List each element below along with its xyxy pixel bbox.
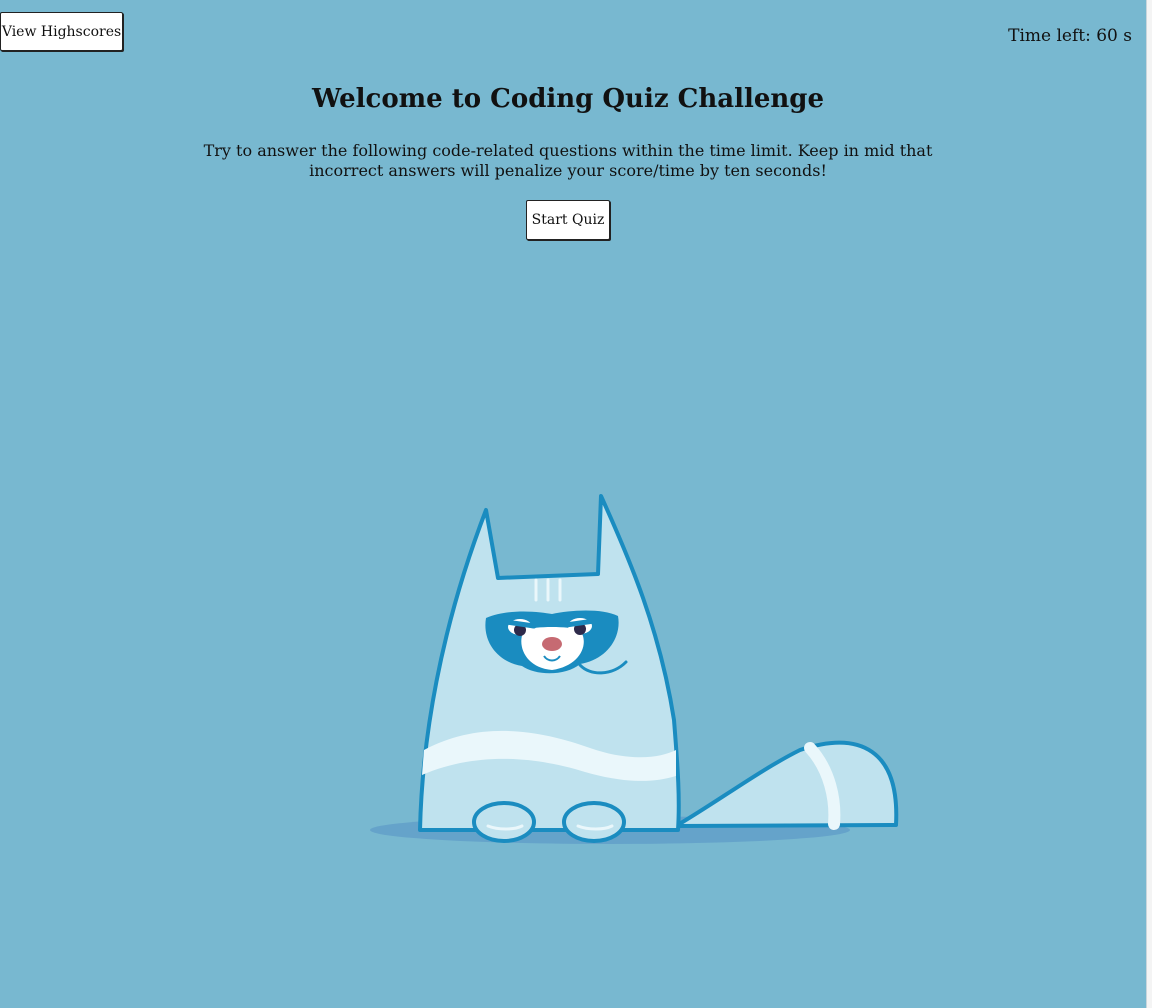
grumpy-cat-illustration: [370, 494, 899, 844]
window-edge: [1147, 0, 1152, 1008]
quiz-page: View Highscores Time left: 60 s Welcome …: [0, 0, 1147, 1008]
left-paw: [472, 801, 536, 843]
time-left-display: Time left: 60 s: [1008, 26, 1132, 46]
cat-nose: [542, 637, 562, 651]
view-highscores-button[interactable]: View Highscores: [0, 12, 123, 51]
right-paw: [562, 801, 626, 843]
page-title: Welcome to Coding Quiz Challenge: [311, 84, 824, 114]
cat-tail: [674, 740, 899, 828]
start-quiz-button[interactable]: Start Quiz: [526, 200, 610, 240]
intro-text: Try to answer the following code-related…: [203, 141, 933, 180]
